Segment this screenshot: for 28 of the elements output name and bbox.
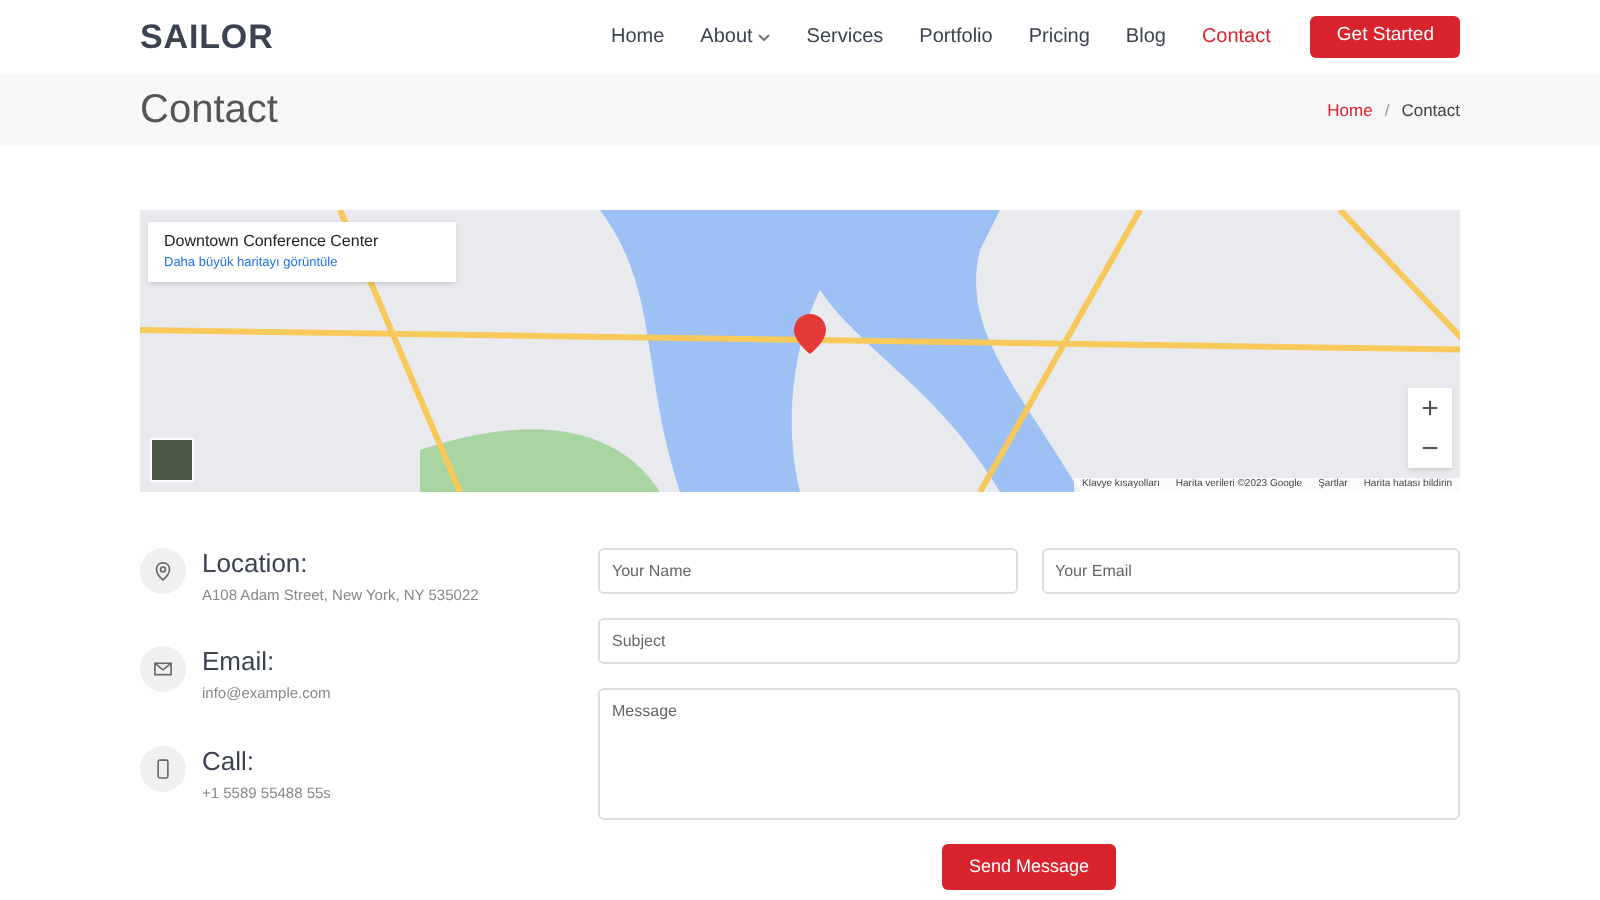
nav-link[interactable]: Portfolio [919,22,993,52]
nav-link[interactable]: Home [610,22,665,52]
zoom-out-button[interactable]: − [1408,428,1452,468]
info-title: Call: [202,745,257,777]
name-input[interactable]: Your Name [598,548,1017,594]
phone-icon [140,745,186,791]
info-title: Location: [202,548,310,580]
site-logo[interactable]: SAILOR [140,11,274,63]
breadcrumb-link[interactable]: Home [1327,97,1373,123]
nav-link[interactable]: Services [806,22,884,52]
nav-link[interactable]: Blog [1125,22,1166,52]
subject-input[interactable]: Subject [598,618,1460,664]
get-started-button[interactable]: Get Started [1310,16,1460,58]
page-title: Contact [140,86,278,136]
nav-link[interactable]: Contact [1201,22,1271,52]
nav-link[interactable]: Pricing [1028,22,1090,52]
message-input[interactable]: Message [598,688,1460,820]
email-input[interactable]: Your Email [1041,548,1460,594]
satellite-thumbnail[interactable] [150,438,194,482]
breadcrumb-separator: / [1384,97,1390,123]
nav-link[interactable]: About [700,22,771,52]
place-title: Downtown Conference Center [164,230,381,254]
send-message-button[interactable]: Send Message [942,844,1116,890]
map-pin-icon [140,548,186,594]
envelope-icon [140,646,186,693]
breadcrumb-current: Contact [1401,97,1460,123]
zoom-in-button[interactable]: + [1408,388,1452,428]
info-title: Email: [202,646,277,679]
